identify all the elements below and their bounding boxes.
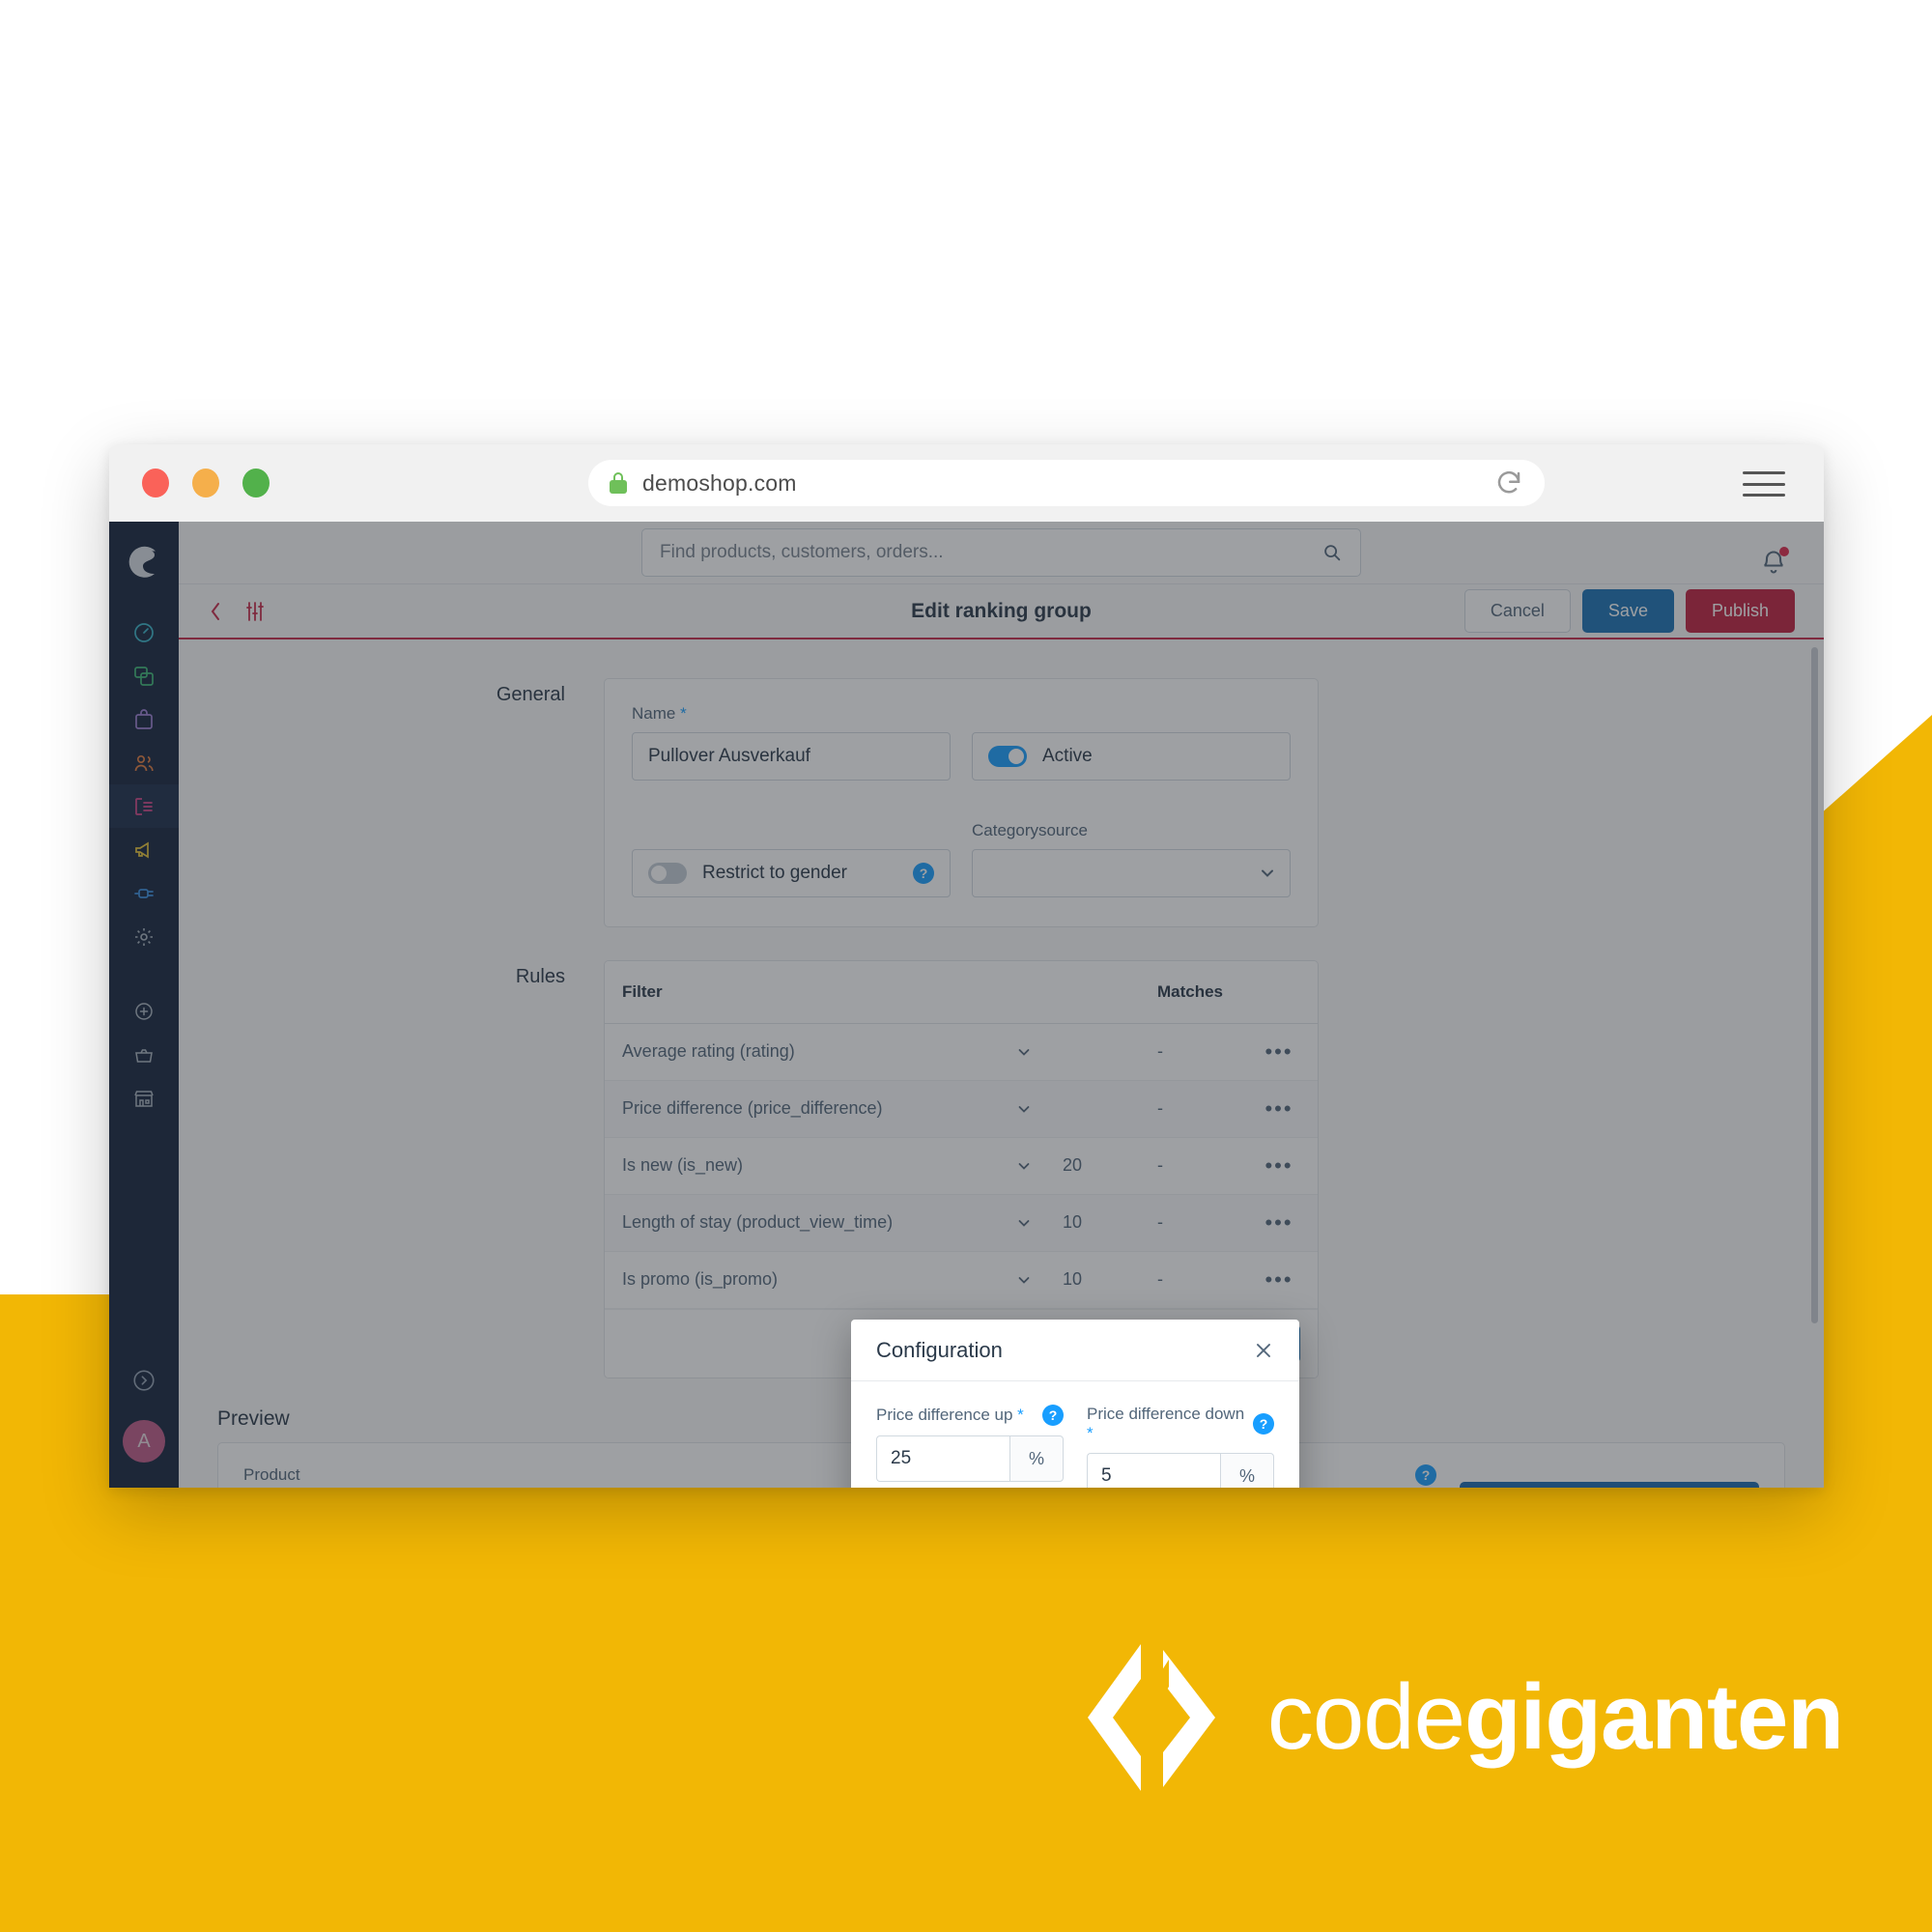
minimize-window-button[interactable] [192,469,219,497]
price-difference-up-group: Price difference up * ? 25 % [876,1405,1064,1488]
price-difference-up-input[interactable]: 25 [876,1435,1009,1482]
help-circle-icon[interactable]: ? [1042,1405,1064,1426]
close-window-button[interactable] [142,469,169,497]
brand-wordmark: codegiganten [1266,1664,1844,1771]
lock-icon [610,472,627,494]
url-text: demoshop.com [642,469,797,496]
configuration-modal: Configuration Price difference up * ? 25 [851,1320,1299,1488]
brand-text-bold: giganten [1464,1665,1844,1769]
price-difference-down-label-text: Price difference down [1087,1405,1245,1423]
price-difference-down-input[interactable]: 5 [1087,1453,1220,1488]
modal-title: Configuration [876,1337,1003,1362]
modal-header: Configuration [851,1320,1299,1381]
window-controls[interactable] [142,469,270,497]
codegiganten-logo-icon [1080,1640,1225,1795]
price-difference-down-group: Price difference down * ? 5 % [1087,1405,1274,1488]
brand-lockup: codegiganten [1080,1640,1844,1795]
address-bar[interactable]: demoshop.com [588,460,1545,506]
modal-body: Price difference up * ? 25 % Price diffe… [851,1381,1299,1488]
help-circle-icon[interactable]: ? [1253,1413,1274,1435]
price-difference-down-label: Price difference down * [1087,1405,1253,1443]
price-difference-down-input-wrap[interactable]: 5 % [1087,1453,1274,1488]
browser-chrome: demoshop.com [109,444,1824,522]
browser-window: demoshop.com A Find products, customers,… [109,444,1824,1488]
required-marker: * [1087,1424,1094,1442]
maximize-window-button[interactable] [242,469,270,497]
price-difference-up-input-wrap[interactable]: 25 % [876,1435,1064,1482]
price-difference-up-label: Price difference up * [876,1406,1024,1425]
brand-text-light: code [1266,1665,1465,1769]
price-difference-down-unit: % [1220,1453,1274,1488]
required-marker: * [1017,1406,1024,1424]
price-difference-up-label-text: Price difference up [876,1406,1013,1424]
close-icon[interactable] [1253,1340,1274,1361]
hamburger-menu-icon[interactable] [1743,471,1785,497]
reload-icon[interactable] [1494,469,1523,497]
price-difference-up-unit: % [1009,1435,1064,1482]
